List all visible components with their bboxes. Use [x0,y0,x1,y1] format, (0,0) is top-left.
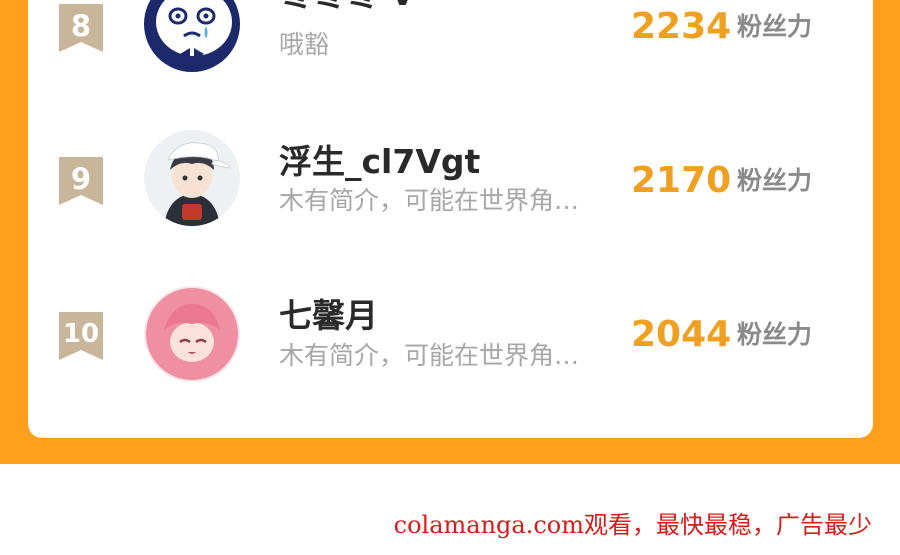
watermark-text: colamanga.com观看，最快最稳，广告最少 [393,511,872,539]
fan-count-unit: 粉丝力 [737,320,813,349]
fan-count: 2170 [631,160,732,201]
rank-badge: 8 [59,4,103,52]
rank-number: 8 [70,9,92,43]
fan-count-unit: 粉丝力 [737,166,813,195]
fan-count: 2234 [631,6,732,47]
crying-cartoon-face-icon [144,0,240,72]
leaderboard-row[interactable]: 8 枣枣枣-v- 哦豁 2234 粉丝力 [28,0,873,100]
leaderboard-card: 8 枣枣枣-v- 哦豁 2234 粉丝力 9 [28,0,873,438]
user-bio: 木有简介，可能在世界角… [279,186,580,215]
user-name[interactable]: 浮生_cl7Vgt [279,142,480,182]
avatar[interactable] [144,0,240,72]
rank-badge: 9 [59,157,103,205]
anime-boy-white-cap-icon [144,130,240,226]
rank-number: 9 [70,162,92,196]
rank-badge: 10 [59,312,103,360]
user-bio: 哦豁 [279,30,330,59]
rank-number: 10 [62,319,100,349]
user-name[interactable]: 枣枣枣-v- [279,0,427,14]
leaderboard-row[interactable]: 9 浮生_cl7Vgt 木有简介，可能在世界角… 2170 粉丝力 [28,125,873,245]
fan-count: 2044 [631,314,732,355]
leaderboard-row[interactable]: 10 七馨月 木有简介，可能在世界角… 2044 粉丝力 [28,280,873,400]
user-bio: 木有简介，可能在世界角… [279,341,580,370]
pink-hair-anime-girl-icon [144,286,240,382]
fan-count-unit: 粉丝力 [737,12,813,41]
avatar[interactable] [144,286,240,382]
avatar[interactable] [144,130,240,226]
user-name[interactable]: 七馨月 [279,296,378,336]
